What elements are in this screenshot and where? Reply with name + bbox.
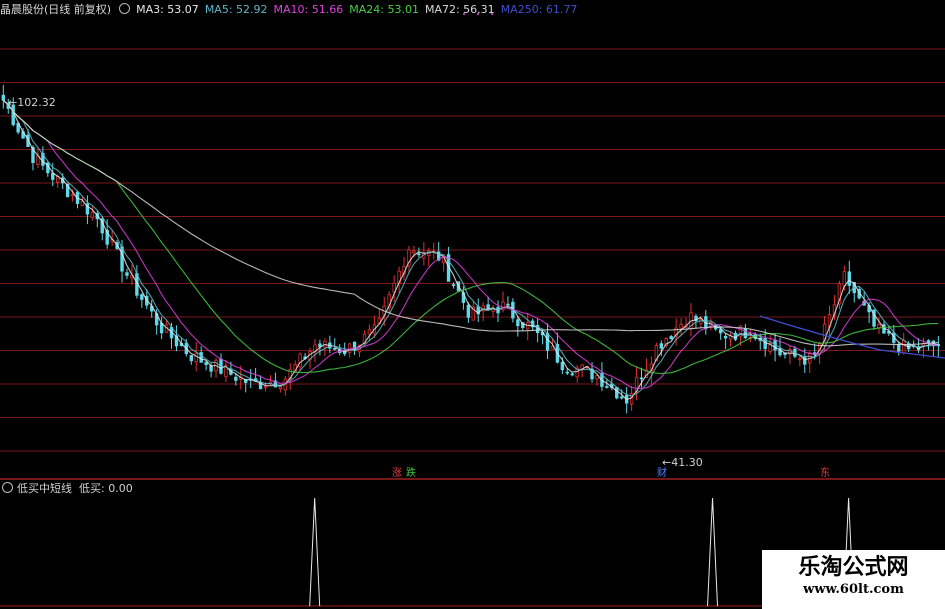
candle-body xyxy=(367,329,372,335)
ma250-line xyxy=(759,315,945,359)
candle-body xyxy=(615,387,619,399)
candle-body xyxy=(70,194,75,197)
candle-body xyxy=(565,371,569,374)
candle-body xyxy=(140,294,144,300)
candle-body xyxy=(847,271,851,286)
candle-body xyxy=(798,358,802,361)
candle-body xyxy=(298,353,302,368)
candle-body xyxy=(926,340,931,343)
candle-body xyxy=(90,212,95,218)
candle-body xyxy=(659,343,663,349)
high-price-label: ←102.32 xyxy=(8,96,56,109)
candle-body xyxy=(679,324,683,329)
event-marker: 东 xyxy=(820,466,830,479)
candle-body xyxy=(199,352,203,363)
candle-body xyxy=(120,246,124,272)
candle-body xyxy=(605,386,609,388)
candle-body xyxy=(506,303,510,306)
candle-body xyxy=(897,343,901,352)
event-marker: 涨 xyxy=(392,467,402,479)
candle-body xyxy=(570,373,574,376)
sub-indicator-value: 低买: 0.00 xyxy=(79,482,133,495)
candle-body xyxy=(842,271,847,287)
candle-body xyxy=(204,362,208,366)
candle-body xyxy=(877,324,881,329)
stock-title: 晶晨股份(日线 前复权) xyxy=(0,3,112,16)
sub-settings-icon[interactable] xyxy=(2,482,13,493)
event-marker: 财 xyxy=(657,466,667,479)
candle-body xyxy=(723,335,728,339)
ma5-label: MA5: 52.92 xyxy=(204,3,268,16)
ma250-label: MA250: 61.77 xyxy=(500,3,578,16)
ma72-label: MA72: 56.31 xyxy=(424,3,495,16)
candle-body xyxy=(263,386,268,389)
candle-body xyxy=(417,253,421,256)
ma10-line xyxy=(2,99,939,389)
candle-body xyxy=(466,304,471,318)
event-marker: 跌 xyxy=(406,466,416,479)
candle-body xyxy=(194,352,198,363)
candle-body xyxy=(347,343,352,353)
ma10-label: MA10: 51.66 xyxy=(273,3,344,16)
ma3-label: MA3: 53.07 xyxy=(136,3,199,16)
candle-body xyxy=(412,250,416,254)
chart-canvas[interactable]: ←102.32 ←41.30 涨跌 财 东 xyxy=(0,0,945,609)
low-price-label: ←41.30 xyxy=(662,456,703,469)
main-legend: 晶晨股份(日线 前复权) MA3: 53.07 MA5: 52.92 MA10: 51… xyxy=(0,2,583,18)
buy-signal-spike xyxy=(707,497,719,607)
candle-body xyxy=(125,272,129,276)
ma24-line xyxy=(2,99,939,375)
candle-body xyxy=(620,396,624,399)
watermark-url: www.60lt.com xyxy=(803,582,904,597)
watermark: 乐淘公式网 www.60lt.com xyxy=(762,550,945,609)
ma72-line xyxy=(2,99,939,347)
sub-indicator-name: 低买中短线 xyxy=(17,482,72,495)
candle-body xyxy=(278,386,283,390)
candle-body xyxy=(516,319,520,327)
candle-body xyxy=(51,172,55,180)
ma24-label: MA24: 53.01 xyxy=(349,3,419,16)
candle-body xyxy=(333,347,337,350)
candle-body xyxy=(486,304,490,310)
watermark-title: 乐淘公式网 xyxy=(798,554,909,580)
candle-body xyxy=(1,94,5,101)
candle-body xyxy=(902,339,906,354)
candle-body xyxy=(209,365,213,372)
ma5-line xyxy=(2,99,939,397)
candle-body xyxy=(234,376,238,381)
candle-body xyxy=(189,355,193,362)
candle-body xyxy=(669,336,673,339)
candle-body xyxy=(803,356,807,365)
candle-body xyxy=(560,361,565,371)
buy-signal-spike xyxy=(309,497,321,607)
candle-body xyxy=(451,284,456,287)
candle-body xyxy=(545,332,550,351)
sub-legend: 低买中短线 低买: 0.00 xyxy=(0,482,133,496)
settings-icon[interactable] xyxy=(119,3,131,14)
candle-body xyxy=(639,377,644,380)
stock-chart-window: ←102.32 ←41.30 涨跌 财 东 晶晨股份(日线 前复权) MA3: 53.07… xyxy=(0,0,945,609)
